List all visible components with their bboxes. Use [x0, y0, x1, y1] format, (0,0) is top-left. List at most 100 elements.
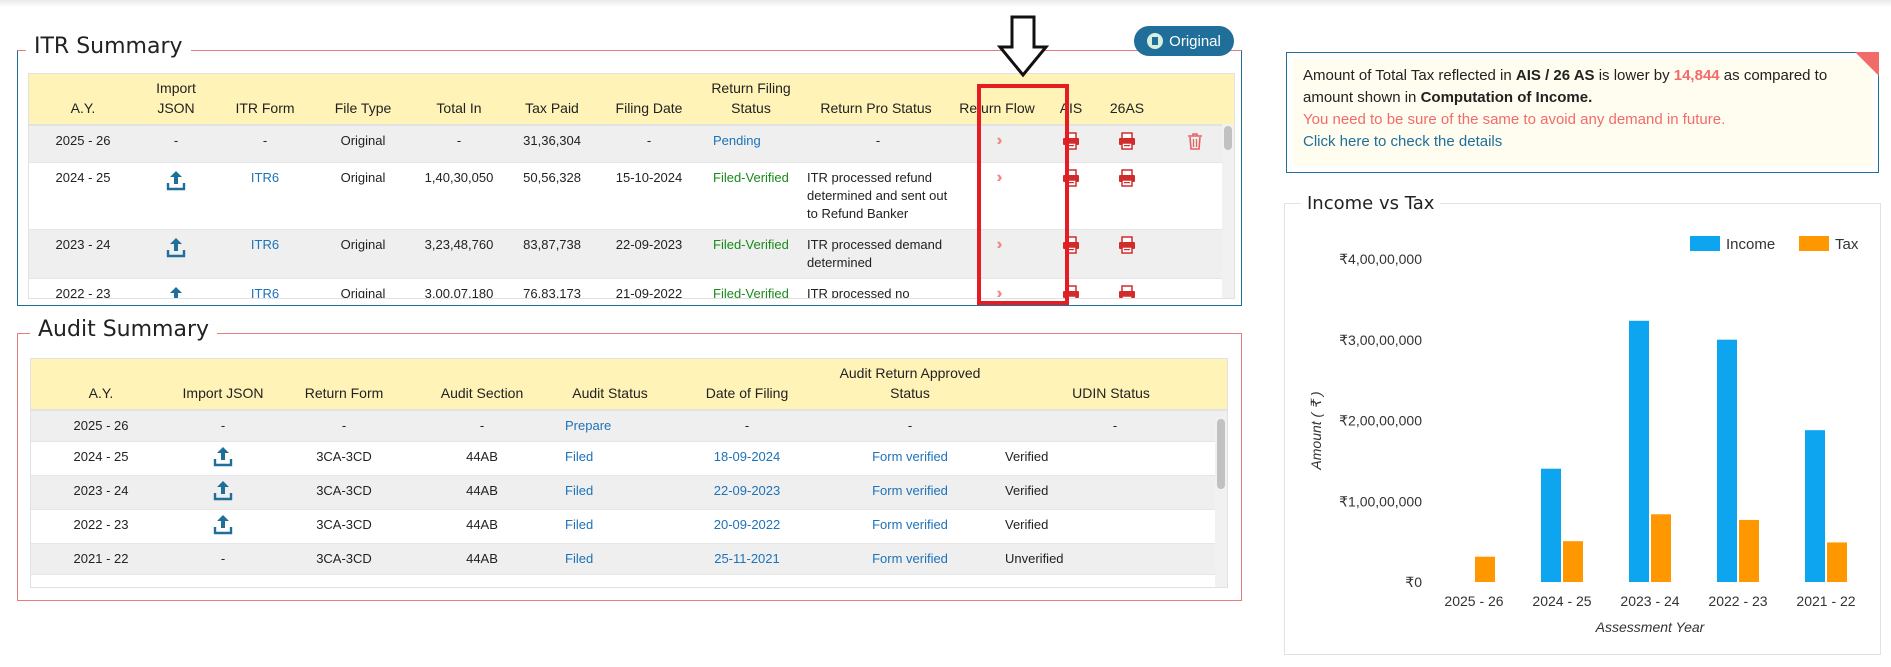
- difference-amount: 14,844: [1673, 67, 1720, 84]
- upload-json-icon: [166, 171, 186, 191]
- 26as-download-button[interactable]: [1099, 125, 1155, 163]
- upload-json-icon: [213, 447, 233, 467]
- row-filing-status[interactable]: Filed-Verified: [701, 162, 801, 230]
- audit-scrollbar[interactable]: [1215, 417, 1227, 587]
- audit-row-status[interactable]: Filed: [551, 509, 669, 544]
- audit-col-audit-status: Audit Status: [551, 359, 669, 411]
- row-total-in: 3,23,48,760: [411, 229, 507, 279]
- legend-label-income: Income: [1726, 236, 1775, 253]
- original-icon: [1147, 33, 1164, 49]
- row-ay: 2024 - 25: [29, 162, 137, 230]
- x-tick-label: 2024 - 25: [1532, 593, 1591, 609]
- row-total-in: 3,00,07,180: [411, 278, 507, 298]
- import-json-button[interactable]: [137, 162, 215, 230]
- bar-tax: [1563, 541, 1583, 582]
- x-tick-label: 2023 - 24: [1620, 593, 1679, 609]
- audit-import-json-button[interactable]: [171, 441, 275, 476]
- down-arrow-icon: [996, 15, 1050, 78]
- y-axis-label: Amount ( ₹ ): [1308, 391, 1324, 470]
- row-total-in: -: [411, 125, 507, 163]
- audit-row-form: 3CA-3CD: [275, 509, 413, 544]
- notice-line-1: Amount of Total Tax reflected in AIS / 2…: [1303, 67, 1828, 84]
- audit-table: A.Y. Import JSON Return Form Audit Secti…: [30, 358, 1228, 588]
- y-tick-label: ₹2,00,00,000: [1339, 413, 1422, 429]
- row-file-type: Original: [315, 162, 411, 230]
- row-tax-paid: 76,83,173: [507, 278, 597, 298]
- audit-row-approved: Form verified: [825, 441, 995, 476]
- original-badge[interactable]: Original: [1134, 26, 1234, 56]
- audit-summary-title: Audit Summary: [30, 317, 218, 342]
- row-pro-status: ITR processed demand determined: [801, 229, 951, 279]
- y-tick-label: ₹1,00,00,000: [1339, 493, 1422, 509]
- itr-scrollbar[interactable]: [1222, 124, 1234, 298]
- upload-json-icon: [166, 238, 186, 258]
- audit-row-ay: 2025 - 26: [31, 410, 171, 442]
- x-tick-label: 2022 - 23: [1708, 593, 1767, 609]
- row-filing-status[interactable]: Filed-Verified: [701, 278, 801, 298]
- audit-row-status[interactable]: Filed: [551, 441, 669, 476]
- audit-row-date: 18-09-2024: [669, 441, 825, 476]
- col-itr-form: ITR Form: [215, 74, 315, 126]
- bar-tax: [1827, 542, 1847, 582]
- bar-tax: [1739, 519, 1759, 582]
- audit-row: 2023 - 24 3CA-3CD 44AB Filed 22-09-2023 Form …: [31, 475, 1227, 510]
- upload-json-icon: [170, 287, 182, 298]
- import-json-button[interactable]: [137, 278, 215, 298]
- audit-row-status[interactable]: Filed: [551, 543, 669, 575]
- import-json-button[interactable]: [137, 229, 215, 279]
- audit-row-udin: -: [995, 410, 1227, 442]
- row-file-type: Original: [315, 125, 411, 163]
- audit-row-form: 3CA-3CD: [275, 543, 413, 575]
- row-pro-status: -: [801, 125, 951, 163]
- 26as-download-button[interactable]: [1099, 229, 1155, 279]
- chart-title: Income vs Tax: [1301, 193, 1441, 214]
- itr-scroll-thumb[interactable]: [1224, 126, 1232, 150]
- audit-row-date: 22-09-2023: [669, 475, 825, 510]
- audit-row-date: 20-09-2022: [669, 509, 825, 544]
- audit-row-ay: 2024 - 25: [31, 441, 171, 476]
- 26as-download-button[interactable]: [1099, 162, 1155, 230]
- audit-col-approved-status: Audit Return Approved Status: [825, 359, 995, 411]
- itr-form-link[interactable]: ITR6: [215, 162, 315, 230]
- top-shadow: [0, 0, 1891, 7]
- y-tick-label: ₹4,00,00,000: [1339, 251, 1422, 267]
- col-total-in: Total In: [411, 74, 507, 126]
- x-tick-label: 2021 - 22: [1796, 593, 1855, 609]
- bar-income: [1629, 320, 1649, 582]
- audit-col-ay: A.Y.: [31, 359, 171, 411]
- row-tax-paid: 50,56,328: [507, 162, 597, 230]
- 26as-download-button[interactable]: [1099, 278, 1155, 298]
- audit-row-status[interactable]: Prepare: [551, 410, 669, 442]
- audit-row-section: 44AB: [413, 543, 551, 575]
- audit-row: 2022 - 23 3CA-3CD 44AB Filed 20-09-2022 Form …: [31, 509, 1227, 544]
- audit-row-date: 25-11-2021: [669, 543, 825, 575]
- audit-scroll-thumb[interactable]: [1217, 419, 1225, 489]
- itr-form-link[interactable]: ITR6: [215, 278, 315, 298]
- check-details-link[interactable]: Click here to check the details: [1303, 131, 1862, 153]
- itr-form-link[interactable]: ITR6: [215, 229, 315, 279]
- notice-line-2: amount shown in Computation of Income.: [1303, 89, 1593, 106]
- legend-label-tax: Tax: [1835, 236, 1859, 253]
- col-file-type: File Type: [315, 74, 411, 126]
- printer-icon: [1119, 169, 1135, 187]
- audit-row-form: -: [275, 410, 413, 442]
- audit-col-udin-status: UDIN Status: [995, 359, 1227, 411]
- audit-row-ay: 2021 - 22: [31, 543, 171, 575]
- col-26as: 26AS: [1099, 74, 1155, 126]
- col-tax-paid: Tax Paid: [507, 74, 597, 126]
- audit-row-status[interactable]: Filed: [551, 475, 669, 510]
- row-filing-status[interactable]: Filed-Verified: [701, 229, 801, 279]
- audit-row-form: 3CA-3CD: [275, 441, 413, 476]
- row-filing-status[interactable]: Pending: [701, 125, 801, 163]
- row-file-type: Original: [315, 229, 411, 279]
- audit-row-ay: 2022 - 23: [31, 509, 171, 544]
- x-tick-label: 2025 - 26: [1444, 593, 1503, 609]
- itr-summary-title: ITR Summary: [26, 34, 191, 59]
- audit-import-json-button[interactable]: [171, 475, 275, 510]
- col-filing-date: Filing Date: [597, 74, 701, 126]
- row-import: -: [137, 125, 215, 163]
- audit-row-udin: Unverified: [995, 543, 1227, 575]
- audit-row: 2021 - 22-3CA-3CD 44AB Filed 25-11-2021 Form…: [31, 543, 1227, 575]
- notice-corner-ribbon: [1855, 52, 1879, 76]
- audit-import-json-button[interactable]: [171, 509, 275, 544]
